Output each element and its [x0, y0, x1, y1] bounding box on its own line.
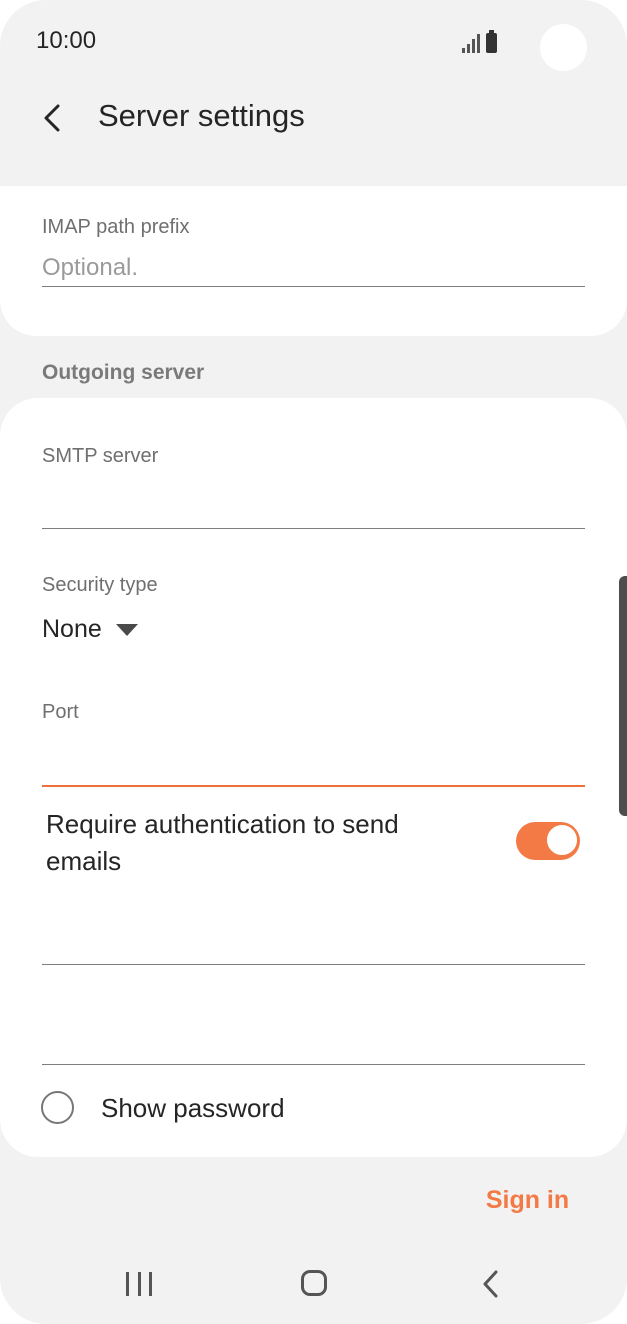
smtp-server-input[interactable]: [42, 492, 585, 529]
security-type-label: Security type: [42, 574, 158, 596]
require-auth-label: Require authentication to send emails: [46, 809, 399, 876]
phone-screen: 10:00 Server settings IMAP path prefix O…: [0, 0, 627, 1324]
password-field-line[interactable]: [42, 1064, 585, 1065]
camera-cutout: [540, 24, 587, 71]
chevron-left-icon: [44, 104, 60, 132]
recent-apps-button[interactable]: [126, 1272, 152, 1296]
nav-back-button[interactable]: [476, 1268, 506, 1300]
signal-icon: [462, 33, 480, 53]
port-label: Port: [42, 701, 79, 723]
imap-prefix-label: IMAP path prefix: [42, 216, 190, 238]
status-icons: [462, 29, 497, 53]
scrollbar[interactable]: [619, 576, 627, 816]
security-type-dropdown[interactable]: None: [42, 615, 138, 644]
home-button[interactable]: [301, 1270, 327, 1296]
port-input[interactable]: [42, 749, 585, 787]
outgoing-server-header: Outgoing server: [42, 361, 205, 384]
outgoing-settings-card: SMTP server Security type Port: [0, 398, 627, 1157]
show-password-label: Show password: [101, 1093, 285, 1123]
dropdown-arrow-icon: [115, 623, 138, 636]
require-auth-toggle[interactable]: [516, 822, 580, 860]
battery-icon: [486, 30, 497, 53]
smtp-server-label: SMTP server: [42, 445, 159, 467]
imap-prefix-input[interactable]: [42, 250, 585, 287]
show-password-checkbox[interactable]: [41, 1091, 74, 1124]
sign-in-button[interactable]: Sign in: [470, 1182, 585, 1222]
toggle-knob: [546, 824, 578, 856]
security-type-value: None: [42, 615, 102, 643]
username-field-line[interactable]: [42, 964, 585, 965]
page-title: Server settings: [98, 98, 305, 133]
incoming-settings-card: IMAP path prefix: [0, 186, 627, 336]
back-button[interactable]: [32, 96, 72, 140]
status-time: 10:00: [36, 27, 97, 54]
nav-back-icon: [483, 1270, 498, 1298]
